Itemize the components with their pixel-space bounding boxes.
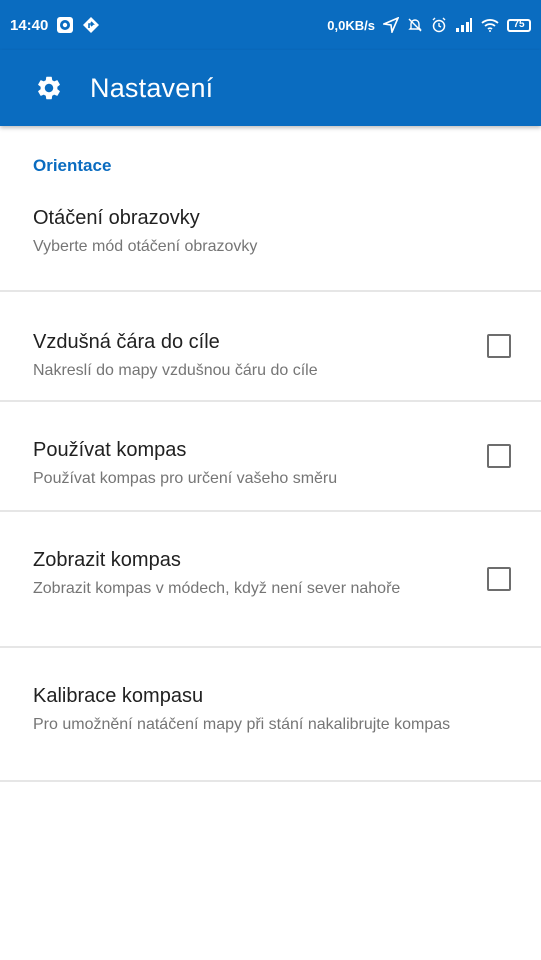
show-compass-checkbox[interactable] [487, 567, 511, 591]
status-bar-left: 14:40 [10, 16, 100, 34]
pref-title: Používat kompas [33, 439, 187, 461]
status-time: 14:40 [10, 16, 49, 34]
pref-summary: Nakreslí do mapy vzdušnou čáru do cíle [33, 362, 318, 379]
app-bar: Nastavení [0, 50, 541, 126]
signal-icon [455, 18, 473, 32]
pref-summary: Zobrazit kompas v módech, když není seve… [33, 580, 401, 597]
pref-calibrate-compass[interactable]: Kalibrace kompasu Pro umožnění natáčení … [0, 648, 541, 782]
gear-icon [34, 73, 64, 103]
use-compass-checkbox[interactable] [487, 444, 511, 468]
pref-title: Otáčení obrazovky [33, 207, 200, 229]
wifi-icon [481, 18, 499, 32]
location-icon [383, 17, 399, 33]
status-bar-right: 0,0KB/s 75 [327, 17, 531, 33]
settings-list: Orientace Otáčení obrazovky Vyberte mód … [0, 126, 541, 782]
network-speed: 0,0KB/s [327, 17, 375, 33]
battery-icon: 75 [507, 18, 531, 32]
navigation-icon [82, 16, 100, 34]
pref-direct-line[interactable]: Vzdušná čára do cíle Nakreslí do mapy vz… [0, 292, 541, 402]
status-bar: 14:40 0,0KB/s 75 [0, 0, 541, 50]
category-header: Orientace [33, 156, 112, 175]
direct-line-checkbox[interactable] [487, 334, 511, 358]
pref-use-compass[interactable]: Používat kompas Používat kompas pro urče… [0, 402, 541, 512]
mute-icon [407, 17, 423, 33]
app-notification-icon [56, 16, 74, 34]
page-title: Nastavení [90, 72, 214, 103]
pref-screen-rotation[interactable]: Otáčení obrazovky Vyberte mód otáčení ob… [0, 184, 541, 292]
pref-summary: Vyberte mód otáčení obrazovky [33, 238, 258, 255]
pref-title: Kalibrace kompasu [33, 685, 204, 707]
pref-summary: Pro umožnění natáčení mapy při stání nak… [33, 716, 451, 733]
pref-title: Vzdušná čára do cíle [33, 331, 220, 353]
pref-show-compass[interactable]: Zobrazit kompas Zobrazit kompas v módech… [0, 512, 541, 648]
pref-title: Zobrazit kompas [33, 549, 181, 571]
pref-summary: Používat kompas pro určení vašeho směru [33, 470, 338, 487]
alarm-icon [431, 17, 447, 33]
